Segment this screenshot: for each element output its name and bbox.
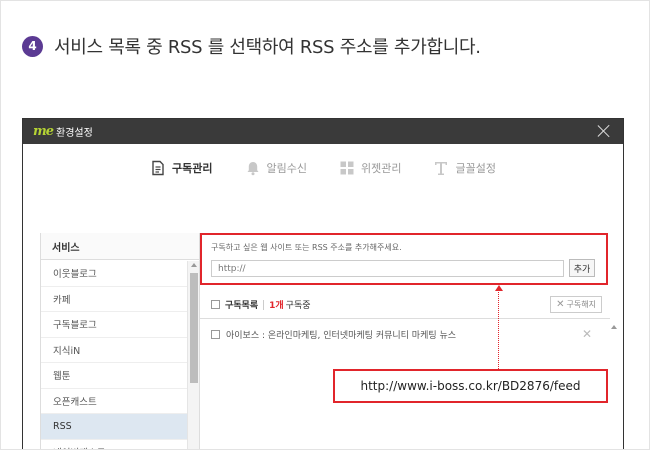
feed-name: 아이보스 : 온라인마케팅, 인터넷마케팅 커뮤니티 마케팅 뉴스 [226,330,457,341]
bell-icon [247,161,259,175]
subscription-count-label: 구독중 [285,301,311,311]
subscription-count: 1개 [269,301,284,311]
tab-label: 글꼴설정 [455,161,496,175]
feed-url-input[interactable] [211,260,564,277]
add-feed-label: 구독하고 싶은 웹 사이트 또는 RSS 주소를 추가해주세요. [211,243,402,252]
service-item[interactable]: 구독블로그 [41,312,188,338]
unsubscribe-label: 구독해지 [566,300,596,309]
close-icon[interactable] [595,122,613,140]
service-list-panel: 서비스 이웃블로그 카페 구독블로그 지식iN 웹툰 오픈캐스트 RSS 네이버… [40,233,200,449]
service-item[interactable]: 네이버캐스트 [41,440,188,449]
add-feed-box: 구독하고 싶은 웹 사이트 또는 RSS 주소를 추가해주세요. 추가 [200,233,608,285]
font-icon [435,161,448,175]
step-header: 4 서비스 목록 중 RSS 를 선택하여 RSS 주소를 추가합니다. [22,33,481,59]
service-list-scrollbar[interactable] [187,261,199,449]
settings-tabs: 구독관리 알림수신 위젯관리 글꼴설정 [23,144,623,191]
step-instruction: 서비스 목록 중 RSS 를 선택하여 RSS 주소를 추가합니다. [54,37,481,58]
tab-subscription[interactable]: 구독관리 [150,156,213,180]
tab-label: 위젯관리 [361,161,402,175]
window-title: 환경설정 [56,128,93,139]
tab-widgets[interactable]: 위젯관리 [339,156,401,180]
close-icon: ✕ [556,299,565,310]
select-all-checkbox[interactable] [211,300,220,309]
service-item[interactable]: 웹툰 [41,363,188,389]
list-item[interactable]: 아이보스 : 온라인마케팅, 인터넷마케팅 커뮤니티 마케팅 뉴스 ✕ [200,321,600,347]
tab-label: 알림수신 [266,161,307,175]
rss-url-callout: http://www.i-boss.co.kr/BD2876/feed [333,369,608,403]
callout-leader-line [498,289,499,369]
tab-fonts[interactable]: 글꼴설정 [433,156,496,180]
scrollbar-thumb[interactable] [190,273,198,383]
service-list-header: 서비스 [41,233,199,260]
service-item[interactable]: 카페 [41,287,188,312]
divider [263,299,265,310]
subscription-list-header: 구독목록 1개 구독중 ✕ 구독해지 [200,291,610,319]
subscription-list-title: 구독목록 [225,301,259,311]
subscription-panel: 구독하고 싶은 웹 사이트 또는 RSS 주소를 추가해주세요. 추가 구독목록… [200,233,623,449]
scroll-up-icon[interactable] [191,263,197,267]
service-item[interactable]: 오픈캐스트 [41,389,188,414]
arrow-up-icon [495,285,503,291]
add-button[interactable]: 추가 [569,259,595,277]
step-number-badge: 4 [22,35,43,57]
tab-label: 구독관리 [172,161,213,175]
feed-list-scrollbar[interactable] [609,321,619,449]
window-titlebar: me 환경설정 [23,119,623,144]
feed-checkbox[interactable] [211,329,220,339]
screenshot-frame: 4 서비스 목록 중 RSS 를 선택하여 RSS 주소를 추가합니다. me … [0,0,650,450]
service-item-rss[interactable]: RSS [41,414,188,440]
remove-feed-icon[interactable]: ✕ [582,327,592,341]
document-icon [152,160,164,175]
grid-icon [340,161,354,174]
service-item[interactable]: 이웃블로그 [41,261,188,287]
tab-notifications[interactable]: 알림수신 [245,156,307,180]
service-item[interactable]: 지식iN [41,338,188,363]
service-list: 이웃블로그 카페 구독블로그 지식iN 웹툰 오픈캐스트 RSS 네이버캐스트 [41,261,188,449]
me-logo: me [33,124,54,139]
unsubscribe-button[interactable]: ✕ 구독해지 [550,296,602,313]
scroll-up-icon[interactable] [611,325,617,329]
